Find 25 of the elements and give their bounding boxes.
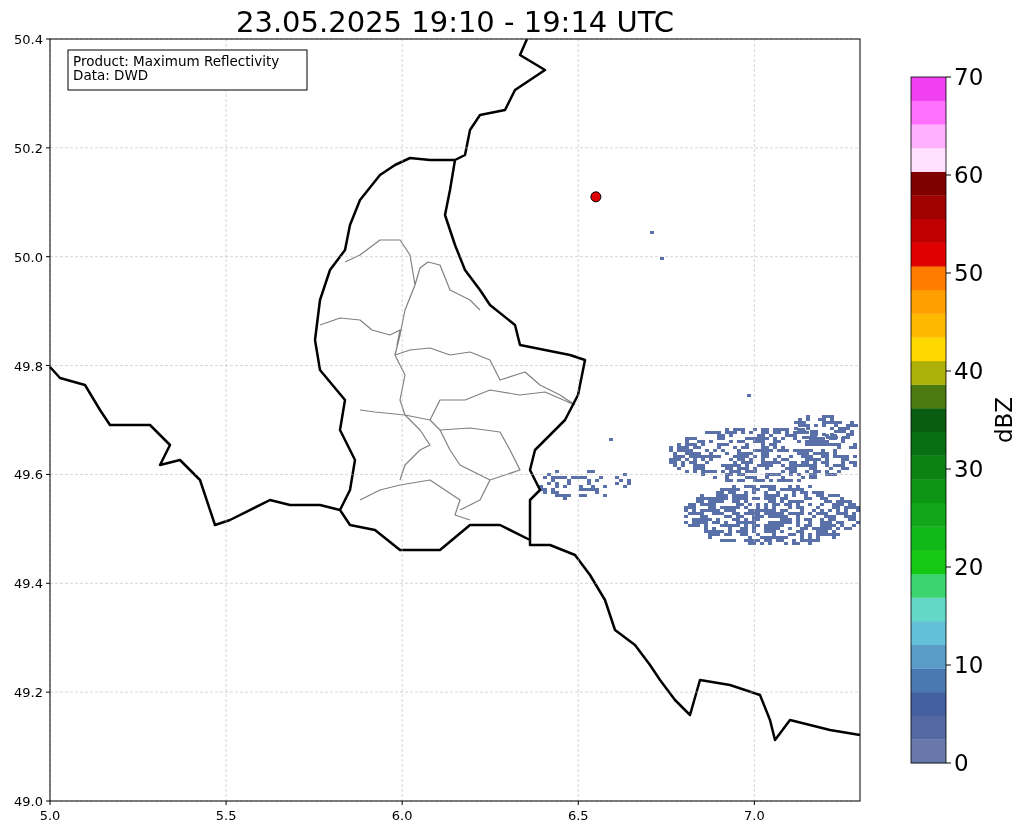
y-tick-label: 49.0 [14,794,43,809]
y-tick-label: 49.2 [14,685,43,701]
colorbar-tick-label: 70 [954,64,984,90]
info-text: Product: Maximum Reflectivity [73,53,280,69]
colorbar-tick-label: 20 [954,554,984,580]
y-tick-label: 49.4 [14,576,43,592]
colorbar-tick-label: 50 [954,260,984,286]
y-tick-label: 49.6 [14,467,43,483]
colorbar-tick-label: 0 [954,750,969,776]
colorbar-tick-label: 10 [954,652,984,678]
y-tick-label: 49.8 [14,358,43,374]
colorbar-tick-label: 30 [954,456,984,482]
info-text: Data: DWD [73,67,149,83]
x-tick-label: 6.5 [567,808,589,823]
y-tick-label: 50.0 [14,249,43,265]
x-tick-label: 7.0 [744,808,765,823]
x-tick-label: 5.5 [215,808,237,823]
colorbar-label: dBZ [991,396,1017,444]
chart-title: 23.05.2025 19:10 - 19:14 UTC [236,5,674,39]
y-tick-label: 50.2 [14,140,43,156]
x-tick-label: 5.0 [39,808,61,823]
y-tick-label: 50.4 [14,32,43,47]
colorbar-tick-label: 60 [954,162,984,188]
x-tick-label: 6.0 [391,808,413,823]
colorbar-tick-label: 40 [954,358,984,384]
